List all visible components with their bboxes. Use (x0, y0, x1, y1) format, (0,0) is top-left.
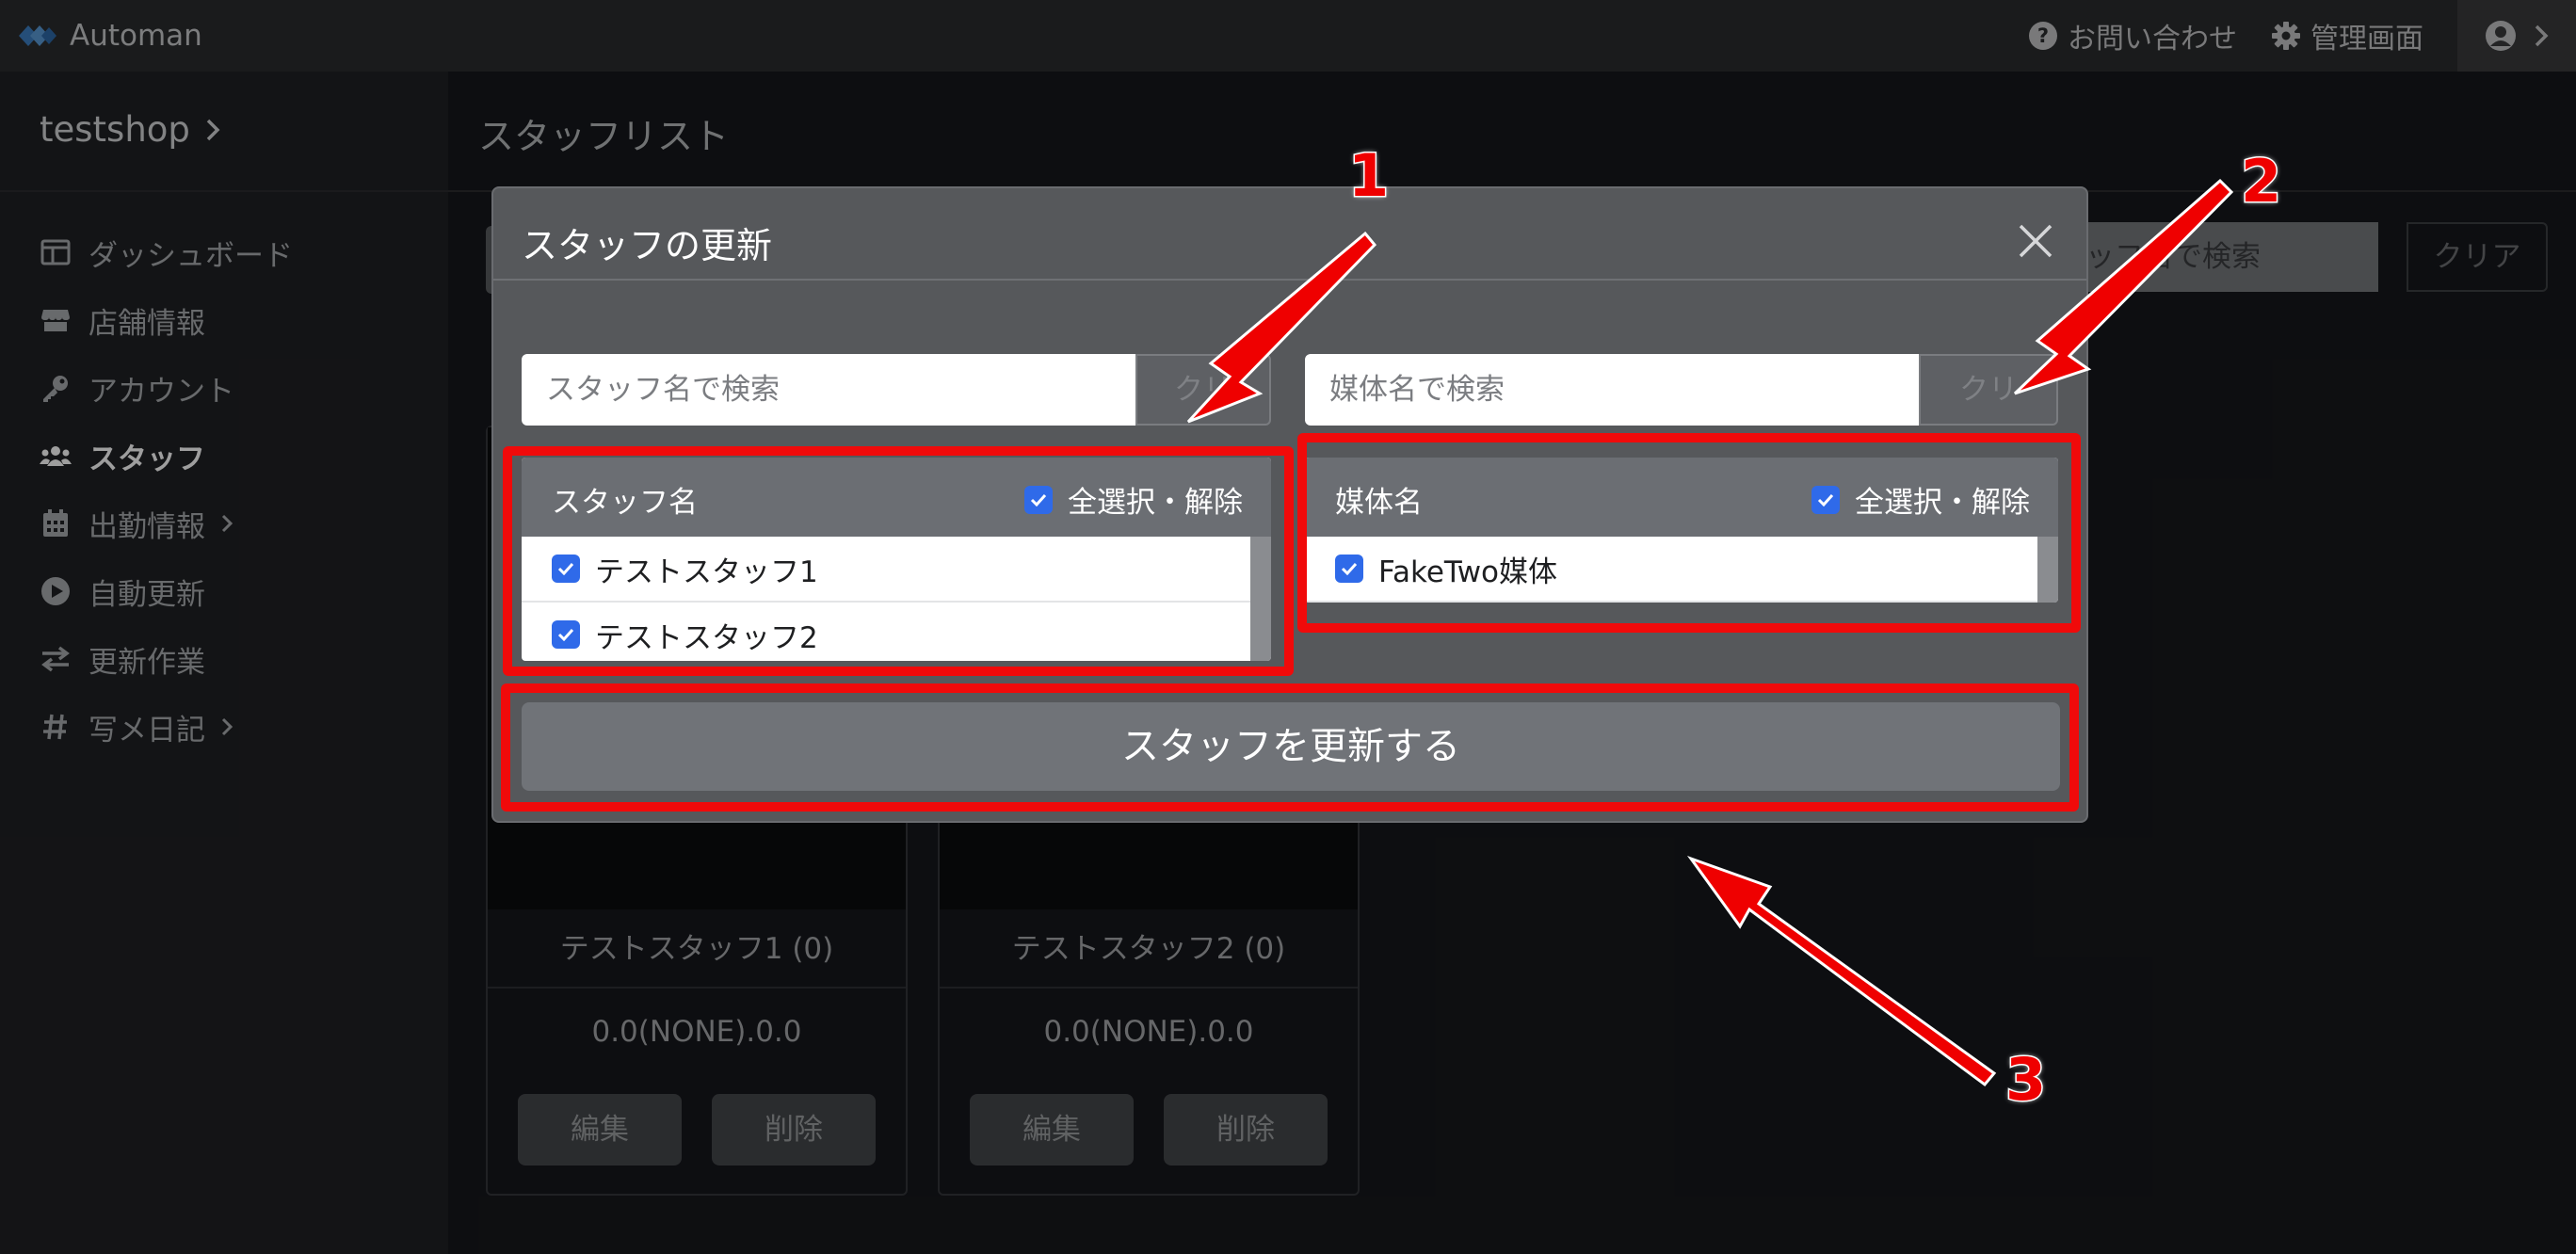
staff-clear-button[interactable]: クリ (1135, 354, 1271, 426)
annotation-label-3: 3 (2004, 1044, 2047, 1116)
modal-header-divider (493, 279, 2086, 281)
staff-search-input[interactable]: スタッフ名で検索 (522, 354, 1135, 426)
annotation-box-media-list (1297, 433, 2081, 633)
modal-title: スタッフの更新 (522, 225, 773, 266)
close-icon[interactable] (2017, 222, 2054, 260)
annotation-label-1: 1 (1346, 140, 1390, 212)
annotation-label-2: 2 (2239, 146, 2282, 217)
media-clear-button[interactable]: クリ (1919, 354, 2058, 426)
annotation-box-staff-list (503, 446, 1294, 676)
annotation-box-update-button (501, 683, 2079, 812)
media-search-input[interactable]: 媒体名で検索 (1305, 354, 1919, 426)
